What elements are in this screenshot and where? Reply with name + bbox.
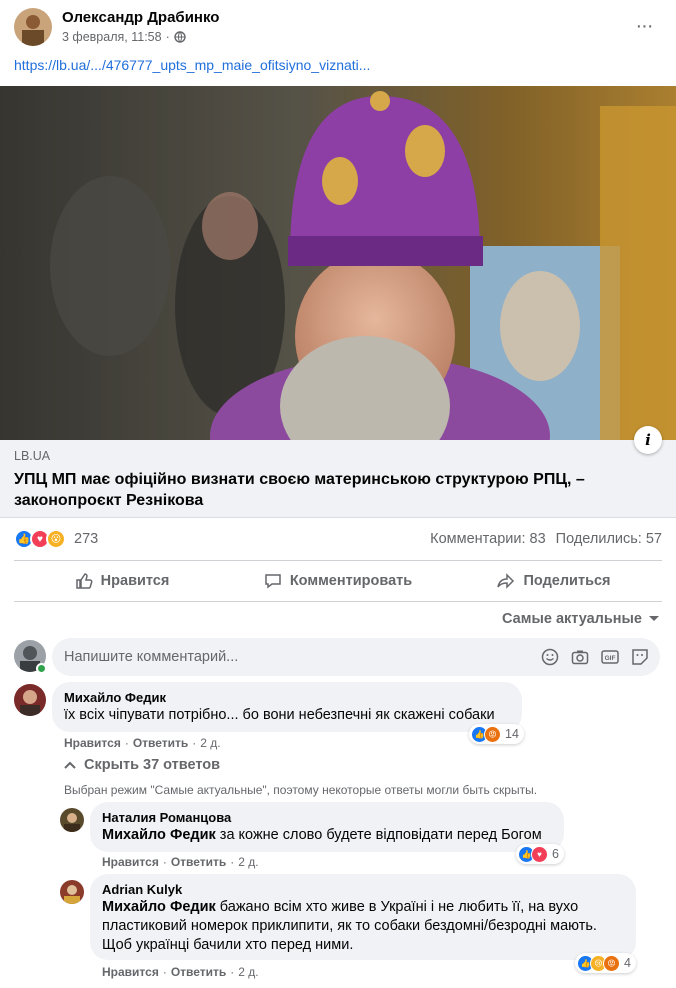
- like-button[interactable]: Нравится: [14, 561, 230, 601]
- post-actions: Нравится Комментировать Поделиться: [14, 560, 662, 602]
- comment-like-link[interactable]: Нравится: [64, 736, 121, 750]
- post-date[interactable]: 3 февраля, 11:58: [62, 30, 162, 44]
- meta-separator: ·: [162, 855, 167, 869]
- comment-label: Комментировать: [289, 573, 413, 589]
- replier-avatar[interactable]: [60, 808, 84, 832]
- meta-separator: ·: [230, 855, 235, 869]
- comment-composer: Напишите комментарий... GIF: [14, 638, 660, 676]
- comments-count[interactable]: Комментарии: 83: [430, 531, 546, 547]
- link-domain: LB.UA: [14, 449, 51, 463]
- reply-reaction-count: 4: [624, 956, 631, 970]
- post-link[interactable]: https://lb.ua/.../476777_upts_mp_maie_of…: [14, 57, 370, 73]
- sort-label: Самые актуальные: [502, 611, 642, 627]
- info-icon[interactable]: i: [634, 426, 662, 454]
- meta-separator: ·: [230, 965, 235, 979]
- reply-bubble: Adrian Kulyk Михайло Федик бажано всім х…: [90, 874, 636, 960]
- share-arrow-icon: [497, 573, 515, 589]
- globe-icon: [174, 31, 186, 43]
- sticker-icon[interactable]: [630, 647, 650, 667]
- reply-author[interactable]: Наталия Романцова: [102, 810, 552, 826]
- love-reaction-icon: ♥: [531, 845, 548, 863]
- reply-body: за кожне слово будете відповідати перед …: [215, 827, 542, 843]
- post-author-name[interactable]: Олександр Драбинко: [62, 9, 219, 26]
- post-meta: 3 февраля, 11:58 ·: [62, 30, 186, 44]
- emoji-icon[interactable]: [540, 647, 560, 667]
- reply-mention[interactable]: Михайло Федик: [102, 899, 216, 915]
- commenter-avatar[interactable]: [14, 684, 46, 716]
- comment-author[interactable]: Михайло Федик: [64, 690, 510, 706]
- comment-reply-link[interactable]: Ответить: [133, 736, 188, 750]
- reply-reply-link[interactable]: Ответить: [171, 855, 226, 869]
- meta-separator: ·: [165, 30, 170, 44]
- link-preview[interactable]: LB.UA УПЦ МП має офіційно визнати своєю …: [0, 440, 676, 518]
- comment-sort-dropdown[interactable]: Самые актуальные: [502, 611, 660, 627]
- caret-down-icon: [649, 616, 659, 621]
- comment-actions: Нравится · Ответить · 2 д.: [64, 736, 221, 750]
- speech-bubble-icon: [265, 574, 281, 589]
- angry-reaction-icon: 😡: [484, 725, 501, 743]
- reactions-summary[interactable]: 👍 ♥ 😮 273: [14, 529, 98, 549]
- reply-reactions[interactable]: 👍 ♥ 6: [516, 844, 564, 864]
- share-button[interactable]: Поделиться: [446, 561, 662, 601]
- link-title[interactable]: УПЦ МП має офіційно визнати своєю матери…: [14, 469, 636, 511]
- post-header: Олександр Драбинко 3 февраля, 11:58 · ··…: [0, 0, 676, 58]
- camera-icon[interactable]: [570, 647, 590, 667]
- reaction-count[interactable]: 273: [74, 531, 98, 547]
- angry-reaction-icon: 😡: [603, 954, 620, 972]
- like-label: Нравится: [100, 573, 170, 589]
- comment-button[interactable]: Комментировать: [230, 561, 446, 601]
- share-label: Поделиться: [523, 573, 611, 589]
- link-preview-image[interactable]: [0, 86, 676, 440]
- more-options-icon[interactable]: ···: [626, 8, 662, 44]
- reply-like-link[interactable]: Нравится: [102, 855, 159, 869]
- reply-actions: Нравится · Ответить · 2 д.: [102, 855, 259, 869]
- reply-like-link[interactable]: Нравится: [102, 965, 159, 979]
- reply-reactions[interactable]: 👍 😢 😡 4: [575, 953, 636, 973]
- comment-bubble: Михайло Федик їх всіх чіпувати потрібно.…: [52, 682, 522, 732]
- svg-text:GIF: GIF: [605, 655, 616, 662]
- meta-separator: ·: [192, 736, 197, 750]
- reply-text: Михайло Федик за кожне слово будете відп…: [102, 826, 552, 845]
- post-stats: 👍 ♥ 😮 273 Комментарии: 83 Поделились: 57: [14, 526, 662, 552]
- reply-author[interactable]: Adrian Kulyk: [102, 882, 624, 898]
- reply-age[interactable]: 2 д.: [238, 855, 258, 869]
- reply-mention[interactable]: Михайло Федик: [102, 827, 216, 843]
- comment-placeholder: Напишите комментарий...: [64, 649, 239, 665]
- comment-reactions[interactable]: 👍 😡 14: [469, 724, 524, 744]
- meta-separator: ·: [124, 736, 129, 750]
- reply-reaction-count: 6: [552, 847, 559, 861]
- online-indicator: [36, 663, 47, 674]
- replier-avatar[interactable]: [60, 880, 84, 904]
- reply-bubble: Наталия Романцова Михайло Федик за кожне…: [90, 802, 564, 852]
- hide-replies-button[interactable]: Скрыть 37 ответов: [64, 757, 220, 773]
- comment-text: їх всіх чіпувати потрібно... бо вони неб…: [64, 707, 495, 723]
- mode-note: Выбран режим "Самые актуальные", поэтому…: [64, 783, 538, 797]
- meta-separator: ·: [162, 965, 167, 979]
- thumbs-up-icon: [75, 573, 93, 589]
- hide-replies-label: Скрыть 37 ответов: [84, 757, 221, 773]
- shares-count[interactable]: Поделились: 57: [556, 531, 662, 547]
- comment-age[interactable]: 2 д.: [200, 736, 220, 750]
- reply-actions: Нравится · Ответить · 2 д.: [102, 965, 259, 979]
- reply-text: Михайло Федик бажано всім хто живе в Укр…: [102, 898, 624, 955]
- author-avatar[interactable]: [14, 8, 52, 46]
- reply-reply-link[interactable]: Ответить: [171, 965, 226, 979]
- wow-reaction-icon: 😮: [46, 529, 66, 549]
- gif-icon[interactable]: GIF: [600, 647, 620, 667]
- chevron-up-icon: [64, 761, 76, 769]
- reply-age[interactable]: 2 д.: [238, 965, 258, 979]
- comment-reaction-count: 14: [505, 727, 519, 741]
